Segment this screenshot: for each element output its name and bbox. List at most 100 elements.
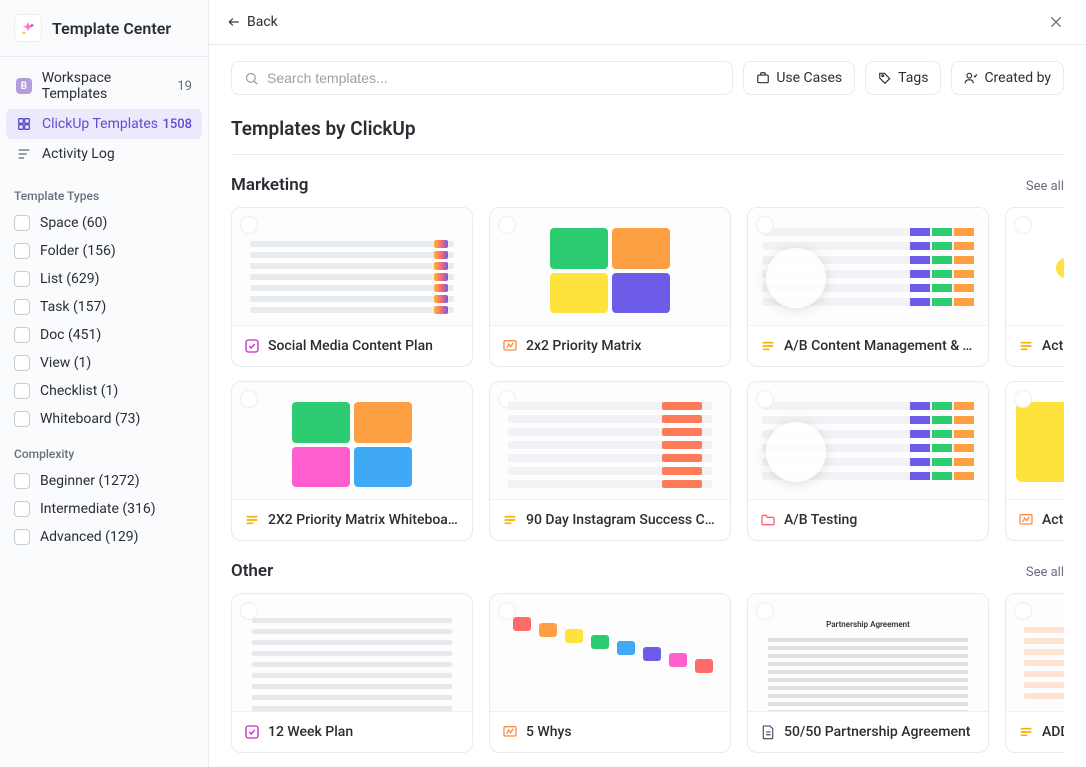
- filter-beginner[interactable]: Beginner (1272): [8, 467, 200, 495]
- back-label: Back: [247, 14, 278, 30]
- card-thumb: [1006, 594, 1064, 712]
- search-icon: [244, 71, 259, 86]
- filter-doc[interactable]: Doc (451): [8, 321, 200, 349]
- close-button[interactable]: [1044, 10, 1068, 34]
- card-title: 2X2 Priority Matrix Whiteboard: [268, 512, 460, 528]
- nav-workspace-templates[interactable]: B Workspace Templates 19: [6, 63, 202, 109]
- nav-label: ClickUp Templates: [42, 116, 158, 132]
- checkbox-icon[interactable]: [14, 271, 30, 287]
- content[interactable]: Marketing See all Social Media Content Pla…: [209, 155, 1086, 767]
- card-row: 12 Week Plan5 WhysPartnership Agreement 5…: [231, 593, 1064, 753]
- search-input[interactable]: [267, 70, 720, 86]
- template-card[interactable]: 5 Whys: [489, 593, 731, 753]
- template-card[interactable]: Action P…: [1005, 207, 1064, 367]
- filter-folder[interactable]: Folder (156): [8, 237, 200, 265]
- card-thumb: Partnership Agreement: [748, 594, 988, 712]
- card-title: Action P…: [1042, 338, 1064, 354]
- card-thumb: [490, 594, 730, 712]
- doc-icon: [760, 724, 776, 740]
- card-thumb: [1006, 382, 1064, 500]
- checkbox-icon[interactable]: [14, 327, 30, 343]
- card-title: ADDIE: [1042, 724, 1064, 740]
- card-thumb: [490, 208, 730, 326]
- card-row: 2X2 Priority Matrix Whiteboard 90 Day Ins…: [231, 381, 1064, 541]
- filter-space[interactable]: Space (60): [8, 209, 200, 237]
- tag-icon: [878, 71, 892, 85]
- card-thumb: [1006, 208, 1064, 326]
- nav-clickup-templates[interactable]: ClickUp Templates 1508: [6, 109, 202, 139]
- arrow-left-icon: [227, 15, 241, 29]
- nav-label: Activity Log: [42, 146, 115, 162]
- nav-count: 19: [177, 79, 192, 94]
- card-title: 2x2 Priority Matrix: [526, 338, 641, 354]
- section-title: Marketing: [231, 175, 308, 195]
- sidebar-header: Template Center: [0, 0, 208, 57]
- card-title: 50/50 Partnership Agreement: [784, 724, 970, 740]
- checkbox-icon[interactable]: [14, 243, 30, 259]
- template-card[interactable]: Action P…: [1005, 381, 1064, 541]
- whiteboard-icon: [1018, 512, 1034, 528]
- card-title: 90 Day Instagram Success Ch…: [526, 512, 718, 528]
- filter-view[interactable]: View (1): [8, 349, 200, 377]
- main-header: Back: [209, 0, 1086, 45]
- checkbox-icon[interactable]: [14, 355, 30, 371]
- filter-task[interactable]: Task (157): [8, 293, 200, 321]
- template-card[interactable]: ADDIE: [1005, 593, 1064, 753]
- filter-use-cases[interactable]: Use Cases: [743, 61, 855, 95]
- card-row: Social Media Content Plan 2x2 Priority Ma…: [231, 207, 1064, 367]
- task-icon: [244, 724, 260, 740]
- list-icon: [502, 512, 518, 528]
- checkbox-icon[interactable]: [14, 299, 30, 315]
- checkbox-icon[interactable]: [14, 473, 30, 489]
- card-thumb: [232, 208, 472, 326]
- toolbar: Use Cases Tags Created by: [209, 45, 1086, 103]
- nav-activity-log[interactable]: Activity Log: [6, 139, 202, 169]
- types-filter-list: Space (60) Folder (156) List (629) Task …: [0, 209, 208, 433]
- back-button[interactable]: Back: [227, 14, 278, 30]
- template-card[interactable]: 2X2 Priority Matrix Whiteboard: [231, 381, 473, 541]
- card-thumb: [232, 594, 472, 712]
- card-title: A/B Testing: [784, 512, 857, 528]
- see-all-link[interactable]: See all: [1026, 179, 1064, 194]
- template-card[interactable]: 12 Week Plan: [231, 593, 473, 753]
- template-card[interactable]: A/B Testing: [747, 381, 989, 541]
- whiteboard-icon: [502, 338, 518, 354]
- folder-icon: [760, 512, 776, 528]
- template-card[interactable]: Social Media Content Plan: [231, 207, 473, 367]
- filter-intermediate[interactable]: Intermediate (316): [8, 495, 200, 523]
- filter-tags[interactable]: Tags: [865, 61, 941, 95]
- checkbox-icon[interactable]: [14, 529, 30, 545]
- filter-checklist[interactable]: Checklist (1): [8, 377, 200, 405]
- whiteboard-icon: [502, 724, 518, 740]
- task-icon: [244, 338, 260, 354]
- types-heading: Template Types: [0, 175, 208, 209]
- checkbox-icon[interactable]: [14, 215, 30, 231]
- main: Back Use Cases Tags Created by: [209, 0, 1086, 767]
- checkbox-icon[interactable]: [14, 501, 30, 517]
- template-card[interactable]: Partnership Agreement 50/50 Partnership A…: [747, 593, 989, 753]
- template-section: OtherSee all12 Week Plan5 WhysPartnershi…: [231, 561, 1064, 753]
- card-title: A/B Content Management & T…: [784, 338, 976, 354]
- list-icon: [1018, 724, 1034, 740]
- filter-whiteboard[interactable]: Whiteboard (73): [8, 405, 200, 433]
- sidebar: Template Center B Workspace Templates 19…: [0, 0, 209, 767]
- checkbox-icon[interactable]: [14, 383, 30, 399]
- complexity-filter-list: Beginner (1272) Intermediate (316) Advan…: [0, 467, 208, 551]
- see-all-link[interactable]: See all: [1026, 565, 1064, 580]
- card-title: Social Media Content Plan: [268, 338, 433, 354]
- app-title: Template Center: [52, 19, 171, 38]
- filter-list[interactable]: List (629): [8, 265, 200, 293]
- filter-advanced[interactable]: Advanced (129): [8, 523, 200, 551]
- nav-list: B Workspace Templates 19 ClickUp Templat…: [0, 57, 208, 175]
- template-card[interactable]: 2x2 Priority Matrix: [489, 207, 731, 367]
- search-wrap[interactable]: [231, 61, 733, 95]
- template-card[interactable]: A/B Content Management & T…: [747, 207, 989, 367]
- template-section: Marketing See all Social Media Content Pla…: [231, 175, 1064, 541]
- checkbox-icon[interactable]: [14, 411, 30, 427]
- card-thumb: [490, 382, 730, 500]
- filter-created-by[interactable]: Created by: [951, 61, 1064, 95]
- briefcase-icon: [756, 71, 770, 85]
- nav-count: 1508: [162, 117, 192, 132]
- card-thumb: [232, 382, 472, 500]
- template-card[interactable]: 90 Day Instagram Success Ch…: [489, 381, 731, 541]
